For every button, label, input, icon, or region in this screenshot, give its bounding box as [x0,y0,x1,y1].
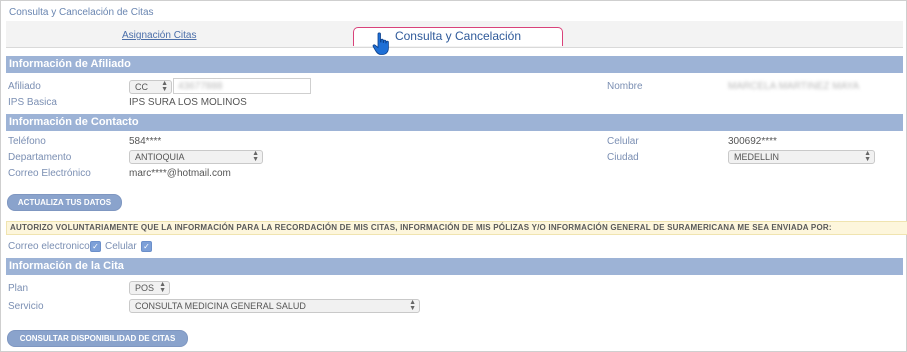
celular-label: Celular [607,136,639,147]
ciudad-label: Ciudad [607,152,639,163]
plan-value: POS [135,283,155,293]
afiliado-section-header: Información de Afiliado [6,56,903,73]
doc-number-value: 43677888 [178,81,223,92]
servicio-value: CONSULTA MEDICINA GENERAL SALUD [135,301,306,311]
telefono-label: Teléfono [8,136,46,147]
consent-celular-checkbox[interactable]: ✓ [141,241,152,252]
doc-type-select[interactable]: CC ▲ ▼ [129,80,172,94]
select-arrows-icon: ▲ ▼ [159,281,166,294]
tab-bar: Asignación Citas Consulta y Cancelación [6,21,903,48]
authorization-notice: AUTORIZO VOLUNTARIAMENTE QUE LA INFORMAC… [6,221,907,235]
telefono-value: 584**** [129,136,162,147]
nombre-label: Nombre [607,81,643,92]
consent-celular-label: Celular [105,241,137,252]
afiliado-label: Afiliado [8,81,41,92]
ips-label: IPS Basica [8,97,57,108]
correo-value: marc****@hotmail.com [129,168,231,179]
correo-label: Correo Electrónico [8,168,91,179]
contacto-section-header: Información de Contacto [6,114,903,131]
departamento-label: Departamento [8,152,72,163]
departamento-value: ANTIOQUIA [135,152,185,162]
tab-asignacion-citas[interactable]: Asignación Citas [122,30,196,41]
ciudad-select[interactable]: MEDELLIN ▲ ▼ [728,150,875,164]
hand-pointer-icon [372,32,389,55]
select-arrows-icon: ▲ ▼ [409,299,416,312]
main-window: Consulta y Cancelación de Citas Asignaci… [0,0,907,352]
select-arrows-icon: ▲ ▼ [864,150,871,163]
select-arrows-icon: ▲ ▼ [161,80,168,93]
consent-correo-label: Correo electronico [8,241,90,252]
cita-section-header: Información de la Cita [6,258,903,275]
ciudad-value: MEDELLIN [734,152,780,162]
servicio-label: Servicio [8,301,44,312]
window-title: Consulta y Cancelación de Citas [9,7,154,18]
plan-label: Plan [8,283,29,294]
ips-value: IPS SURA LOS MOLINOS [129,97,247,108]
doc-number-input[interactable]: 43677888 [173,78,311,94]
contacto-section-title: Información de Contacto [9,116,139,128]
afiliado-section-title: Información de Afiliado [9,58,131,70]
authorization-notice-text: AUTORIZO VOLUNTARIAMENTE QUE LA INFORMAC… [10,223,832,232]
celular-value: 300692**** [728,136,777,147]
departamento-select[interactable]: ANTIOQUIA ▲ ▼ [129,150,263,164]
nombre-value: MARCELA MARTINEZ MAYA [728,81,860,92]
servicio-select[interactable]: CONSULTA MEDICINA GENERAL SALUD ▲ ▼ [129,299,420,313]
doc-type-value: CC [135,82,148,92]
select-arrows-icon: ▲ ▼ [252,150,259,163]
cita-section-title: Información de la Cita [9,260,124,272]
consent-correo-checkbox[interactable]: ✓ [90,241,101,252]
consultar-disponibilidad-button[interactable]: CONSULTAR DISPONIBILIDAD DE CITAS [7,330,188,347]
plan-select[interactable]: POS ▲ ▼ [129,281,170,295]
actualiza-datos-button[interactable]: ACTUALIZA TUS DATOS [7,194,122,211]
